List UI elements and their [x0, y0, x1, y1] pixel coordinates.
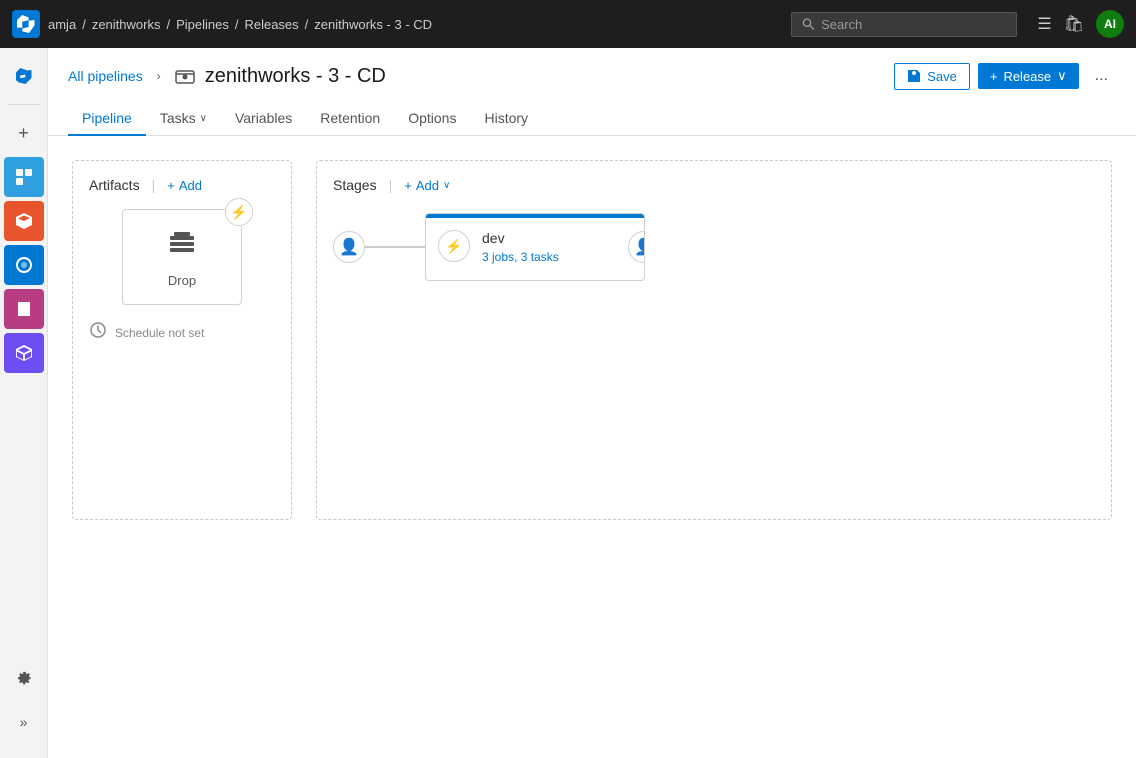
sidebar-item-boards[interactable] — [4, 157, 44, 197]
schedule-icon — [89, 321, 107, 344]
breadcrumb-current: zenithworks - 3 - CD — [314, 17, 432, 32]
sidebar-item-collapse[interactable]: » — [4, 702, 44, 742]
stages-add-plus-icon: + — [404, 178, 412, 193]
topbar-actions: ☰ 🛍 AI — [1037, 10, 1124, 38]
schedule-item[interactable]: Schedule not set — [89, 321, 275, 344]
breadcrumb-section[interactable]: Pipelines — [176, 17, 229, 32]
artifacts-sep: | — [152, 177, 156, 193]
pipeline-sections: Artifacts | + Add ⚡ — [72, 160, 1112, 520]
artifacts-add-plus-icon: + — [167, 178, 175, 193]
pipeline-cd-icon — [175, 66, 195, 86]
user-avatar[interactable]: AI — [1096, 10, 1124, 38]
artifacts-add-button[interactable]: + Add — [167, 178, 202, 193]
artifact-card[interactable]: ⚡ Drop — [122, 209, 242, 305]
stage-connector — [365, 246, 425, 248]
artifacts-panel: Artifacts | + Add ⚡ — [72, 160, 292, 520]
stage-meta: 3 jobs, 3 tasks — [482, 250, 628, 264]
pipeline-title-row: All pipelines › zenithworks - 3 - CD — [68, 62, 1116, 90]
pipeline-name: zenithworks - 3 - CD — [205, 65, 386, 88]
search-box[interactable] — [791, 12, 1017, 37]
artifacts-label: Artifacts — [89, 177, 140, 193]
sidebar-item-artifacts[interactable] — [4, 333, 44, 373]
stages-label: Stages — [333, 177, 377, 193]
breadcrumb-sep-3: / — [235, 17, 239, 32]
sidebar-item-add[interactable]: + — [4, 113, 44, 153]
artifact-trigger-button[interactable]: ⚡ — [225, 198, 253, 226]
stages-sep: | — [389, 177, 393, 193]
stages-header: Stages | + Add ∨ — [333, 177, 1095, 193]
pipeline-header: All pipelines › zenithworks - 3 - CD — [48, 48, 1136, 136]
bag-icon[interactable]: 🛍 — [1064, 14, 1084, 34]
pre-approvals-person-icon: 👤 — [339, 237, 359, 257]
breadcrumb-project[interactable]: zenithworks — [92, 17, 161, 32]
tab-retention[interactable]: Retention — [306, 102, 394, 136]
more-options-button[interactable]: ... — [1087, 62, 1116, 90]
stage-info: dev 3 jobs, 3 tasks — [482, 230, 628, 264]
tab-history[interactable]: History — [470, 102, 542, 136]
stage-lightning-icon: ⚡ — [445, 238, 462, 255]
release-plus-icon: + — [990, 69, 998, 84]
sidebar-item-testplans[interactable] — [4, 289, 44, 329]
title-breadcrumb-arrow: › — [157, 69, 161, 83]
pipeline-tabs: Pipeline Tasks ∨ Variables Retention Opt… — [68, 102, 1116, 135]
azure-devops-logo[interactable] — [12, 10, 40, 38]
breadcrumb-sep-2: / — [166, 17, 170, 32]
search-input[interactable] — [821, 17, 1006, 32]
tasks-chevron-icon: ∨ — [200, 113, 207, 124]
stages-add-chevron-icon: ∨ — [443, 180, 450, 191]
list-icon[interactable]: ☰ — [1037, 14, 1051, 34]
stage-card-dev[interactable]: ⚡ dev 3 jobs, 3 tasks 👤 — [425, 213, 645, 281]
search-icon — [802, 17, 815, 31]
sidebar-item-home[interactable] — [4, 56, 44, 96]
stage-card-body: ⚡ dev 3 jobs, 3 tasks — [426, 218, 644, 280]
artifact-name: Drop — [168, 273, 196, 288]
schedule-label: Schedule not set — [115, 326, 204, 340]
tab-options[interactable]: Options — [394, 102, 470, 136]
pipeline-title-left: All pipelines › zenithworks - 3 - CD — [68, 65, 386, 88]
artifacts-header: Artifacts | + Add — [89, 177, 275, 193]
tab-tasks[interactable]: Tasks ∨ — [146, 102, 221, 136]
stages-add-button[interactable]: + Add ∨ — [404, 178, 450, 193]
tab-variables[interactable]: Variables — [221, 102, 306, 136]
breadcrumb-org[interactable]: amja — [48, 17, 76, 32]
topbar: amja / zenithworks / Pipelines / Release… — [0, 0, 1136, 48]
artifact-drop-icon — [166, 226, 198, 265]
release-button[interactable]: + Release ∨ — [978, 63, 1079, 89]
breadcrumb: amja / zenithworks / Pipelines / Release… — [48, 17, 432, 32]
stage-name: dev — [482, 230, 628, 246]
sidebar-item-pipelines[interactable] — [4, 245, 44, 285]
stage-pre-approvals-button[interactable]: 👤 — [333, 231, 365, 263]
content-area: All pipelines › zenithworks - 3 - CD — [48, 48, 1136, 758]
stage-person-icon: 👤 — [634, 237, 645, 257]
artifact-trigger-icon: ⚡ — [230, 204, 247, 221]
breadcrumb-releases[interactable]: Releases — [244, 17, 298, 32]
breadcrumb-sep-4: / — [305, 17, 309, 32]
sidebar-item-repos[interactable] — [4, 201, 44, 241]
stages-panel: Stages | + Add ∨ 👤 — [316, 160, 1112, 520]
save-button[interactable]: Save — [894, 63, 970, 90]
pipeline-canvas: Artifacts | + Add ⚡ — [48, 136, 1136, 758]
all-pipelines-link[interactable]: All pipelines — [68, 68, 143, 84]
main-layout: + — [0, 48, 1136, 758]
tab-pipeline[interactable]: Pipeline — [68, 102, 146, 136]
pipeline-title-right: Save + Release ∨ ... — [894, 62, 1116, 90]
stage-trigger-button[interactable]: ⚡ — [438, 230, 470, 262]
sidebar-item-settings[interactable] — [4, 658, 44, 698]
stage-area: 👤 ⚡ dev 3 jobs, 3 tasks — [333, 213, 1095, 281]
sidebar: + — [0, 48, 48, 758]
release-chevron-icon: ∨ — [1057, 68, 1067, 84]
breadcrumb-sep-1: / — [82, 17, 86, 32]
